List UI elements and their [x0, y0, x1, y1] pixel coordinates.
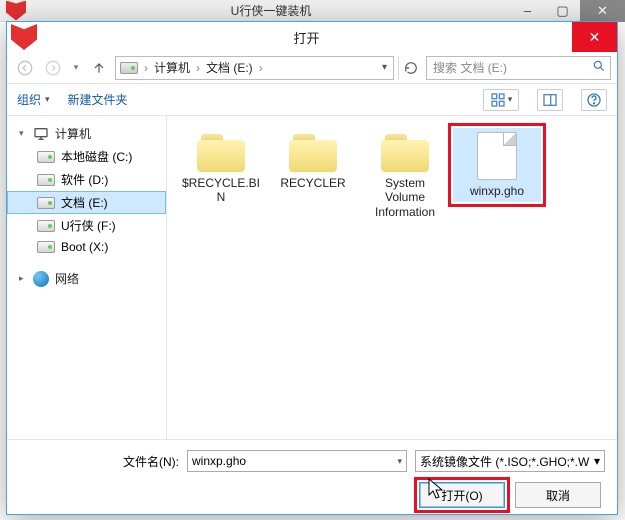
chevron-down-icon: ▾: [397, 456, 402, 467]
tree-network-label: 网络: [55, 270, 79, 287]
breadcrumb-segment[interactable]: 计算机: [154, 59, 190, 76]
dialog-title-bar: 打开 ✕: [7, 22, 617, 52]
file-type-filter[interactable]: 系统镜像文件 (*.ISO;*.GHO;*.W ▾: [415, 450, 605, 472]
chevron-right-icon: ›: [196, 61, 200, 75]
view-options-button[interactable]: ▾: [483, 89, 519, 111]
open-button[interactable]: 打开(O): [419, 482, 505, 508]
nav-recent-dropdown[interactable]: ▾: [69, 56, 83, 80]
help-button[interactable]: [581, 89, 607, 111]
drive-icon: [37, 174, 55, 186]
tree-network-node[interactable]: ▸ 网络: [7, 267, 166, 290]
tree-computer-node[interactable]: ▾ 计算机: [7, 122, 166, 145]
search-box[interactable]: [426, 56, 611, 80]
new-folder-label: 新建文件夹: [68, 91, 128, 108]
chevron-down-icon: ▾: [594, 454, 600, 468]
chevron-right-icon: ›: [144, 61, 148, 75]
drive-icon: [37, 197, 55, 209]
folder-item[interactable]: System Volume Information: [361, 128, 449, 223]
tree-drive-label: 软件 (D:): [61, 171, 108, 188]
tree-drive-item[interactable]: 文档 (E:): [7, 191, 166, 214]
drive-icon: [120, 62, 138, 74]
filename-value: winxp.gho: [192, 454, 246, 468]
file-name-label: System Volume Information: [365, 176, 445, 219]
file-name-label: winxp.gho: [470, 184, 524, 198]
dialog-title: 打开: [41, 28, 572, 47]
filename-label: 文件名(N):: [119, 453, 179, 470]
drive-icon: [37, 241, 55, 253]
navigation-pane: ▾ 计算机 本地磁盘 (C:) 软件 (D:) 文档 (E:): [7, 116, 167, 439]
tree-drive-item[interactable]: 软件 (D:): [7, 168, 166, 191]
file-name-label: RECYCLER: [280, 176, 345, 190]
nav-forward-button[interactable]: [41, 56, 65, 80]
parent-minimize-button[interactable]: –: [510, 0, 545, 22]
open-button-label: 打开(O): [441, 487, 482, 504]
organize-label: 组织: [17, 91, 41, 108]
chevron-right-icon: ›: [259, 61, 263, 75]
tree-expand-icon[interactable]: ▸: [19, 273, 27, 284]
dialog-bottom-panel: 文件名(N): winxp.gho ▾ 系统镜像文件 (*.ISO;*.GHO;…: [7, 439, 617, 514]
refresh-button[interactable]: [398, 56, 422, 80]
new-folder-button[interactable]: 新建文件夹: [68, 91, 128, 108]
file-name-label: $RECYCLE.BIN: [181, 176, 261, 205]
file-list-pane[interactable]: $RECYCLE.BIN RECYCLER System Volume Info…: [167, 116, 617, 439]
tree-drive-label: Boot (X:): [61, 240, 108, 254]
parent-window-titlebar: U行侠一键装机 – ▢ ✕: [0, 0, 625, 22]
toolbar: 组织 ▾ 新建文件夹 ▾: [7, 84, 617, 116]
search-input[interactable]: [431, 60, 592, 76]
organize-menu[interactable]: 组织 ▾: [17, 91, 50, 108]
tree-drive-item[interactable]: Boot (X:): [7, 237, 166, 257]
drive-icon: [37, 151, 55, 163]
file-item[interactable]: winxp.gho: [453, 128, 541, 202]
computer-icon: [33, 126, 49, 142]
tree-expand-icon[interactable]: ▾: [19, 128, 27, 139]
breadcrumb-dropdown-icon[interactable]: ▾: [380, 62, 389, 73]
folder-item[interactable]: RECYCLER: [269, 128, 357, 194]
network-icon: [33, 271, 49, 287]
parent-maximize-button[interactable]: ▢: [545, 0, 580, 22]
tree-drive-item[interactable]: U行侠 (F:): [7, 214, 166, 237]
open-file-dialog: 打开 ✕ ▾ › 计算机 › 文档 (E:) › ▾: [7, 22, 617, 514]
breadcrumb[interactable]: › 计算机 › 文档 (E:) › ▾: [115, 56, 394, 80]
nav-back-button[interactable]: [13, 56, 37, 80]
dialog-close-button[interactable]: ✕: [572, 22, 617, 52]
preview-pane-button[interactable]: [537, 89, 563, 111]
folder-icon: [289, 132, 337, 172]
dialog-app-icon: [11, 24, 37, 50]
tree-drive-label: 本地磁盘 (C:): [61, 148, 132, 165]
tree-drive-item[interactable]: 本地磁盘 (C:): [7, 145, 166, 168]
parent-close-button[interactable]: ✕: [580, 0, 625, 22]
folder-icon: [197, 132, 245, 172]
drive-icon: [37, 220, 55, 232]
file-icon: [477, 132, 517, 180]
folder-item[interactable]: $RECYCLE.BIN: [177, 128, 265, 209]
filename-combobox[interactable]: winxp.gho ▾: [187, 450, 407, 472]
breadcrumb-segment[interactable]: 文档 (E:): [206, 59, 253, 76]
tree-drive-label: U行侠 (F:): [61, 217, 116, 234]
chevron-down-icon: ▾: [508, 94, 513, 105]
address-bar-row: ▾ › 计算机 › 文档 (E:) › ▾: [7, 52, 617, 84]
cancel-button-label: 取消: [546, 487, 570, 504]
nav-up-button[interactable]: [87, 56, 111, 80]
search-icon: [592, 59, 606, 76]
tree-drive-label: 文档 (E:): [61, 194, 108, 211]
tree-computer-label: 计算机: [55, 125, 91, 142]
file-type-filter-label: 系统镜像文件 (*.ISO;*.GHO;*.W: [420, 453, 589, 470]
app-logo-icon: [6, 1, 26, 21]
parent-window-title: U行侠一键装机: [32, 2, 510, 19]
folder-icon: [381, 132, 429, 172]
chevron-down-icon: ▾: [45, 94, 50, 105]
cancel-button[interactable]: 取消: [515, 482, 601, 508]
